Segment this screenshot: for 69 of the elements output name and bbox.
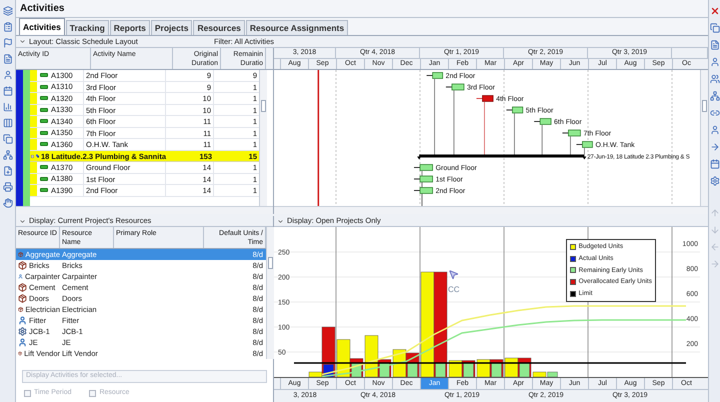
tab[interactable]: Resources [193, 20, 245, 35]
relationship-line [570, 136, 571, 155]
flag-icon[interactable] [2, 38, 12, 48]
person-icon[interactable] [710, 125, 720, 135]
activity-bar[interactable] [476, 95, 494, 102]
annotation-label: CC [448, 284, 460, 296]
relationship-line [584, 148, 585, 155]
new-document-icon[interactable] [2, 166, 12, 176]
package-icon [18, 261, 27, 270]
relationship-line [542, 124, 543, 155]
person-icon [18, 272, 23, 282]
wbs-icon [36, 152, 39, 160]
tab[interactable]: Resource Assignments [246, 20, 348, 35]
link-icon[interactable] [710, 108, 720, 118]
relationship-line [484, 102, 485, 155]
activity-bar[interactable] [506, 106, 524, 114]
chevron-icon[interactable] [277, 218, 284, 224]
vertical-scrollbar[interactable] [700, 70, 708, 206]
activity-bar[interactable] [414, 164, 433, 171]
package-icon [18, 283, 27, 292]
relationship-line [514, 113, 515, 155]
gear-icon [18, 327, 27, 336]
tab[interactable]: Tracking [66, 20, 109, 35]
network-icon[interactable] [2, 150, 12, 160]
person-icon [18, 316, 27, 326]
window-title: Activities [20, 2, 64, 16]
calendar-icon[interactable] [710, 159, 720, 169]
package-icon [18, 250, 24, 260]
person-icon [18, 338, 27, 348]
hand-icon[interactable] [2, 198, 12, 208]
calendar-icon[interactable] [2, 86, 12, 96]
chevron-icon[interactable] [19, 218, 26, 224]
people-icon[interactable] [710, 74, 720, 84]
activity-bar[interactable] [534, 118, 552, 125]
summary-bar[interactable] [417, 154, 586, 160]
tab[interactable]: Projects [150, 20, 192, 35]
chevron-icon[interactable] [19, 38, 26, 45]
tab[interactable]: Activities [19, 18, 65, 35]
layers-icon[interactable] [2, 6, 12, 16]
document-icon[interactable] [710, 40, 720, 50]
person-icon[interactable] [710, 57, 720, 67]
columns-icon[interactable] [2, 118, 12, 128]
vertical-scrollbar[interactable] [266, 227, 274, 359]
copy-icon[interactable] [710, 23, 720, 33]
activity-bar[interactable] [414, 176, 433, 182]
clipboard-icon[interactable] [2, 22, 12, 32]
network-icon[interactable] [710, 91, 720, 101]
activity-bar[interactable] [426, 72, 444, 79]
activity-bar[interactable] [414, 187, 433, 194]
tab[interactable]: Reports [110, 20, 150, 35]
document-icon[interactable] [2, 54, 12, 64]
vertical-scrollbar[interactable] [259, 70, 267, 206]
activity-bar[interactable] [562, 130, 581, 136]
horizontal-scrollbar[interactable] [274, 206, 708, 214]
collapse-toggle[interactable] [31, 152, 34, 160]
settings-icon[interactable] [710, 176, 720, 186]
printer-icon[interactable] [2, 182, 12, 192]
package-icon [18, 305, 24, 314]
arrow-right-icon[interactable] [710, 142, 720, 152]
person-icon[interactable] [2, 70, 12, 80]
mouse-cursor-icon [448, 269, 459, 280]
activity-bar[interactable] [446, 84, 464, 90]
horizontal-scrollbar[interactable] [16, 206, 273, 214]
copy-icon[interactable] [2, 134, 12, 144]
package-icon [18, 349, 22, 358]
bar-chart-icon[interactable] [2, 102, 12, 112]
close-icon[interactable] [710, 6, 720, 16]
package-icon [18, 294, 27, 304]
activity-bar[interactable] [576, 141, 593, 148]
